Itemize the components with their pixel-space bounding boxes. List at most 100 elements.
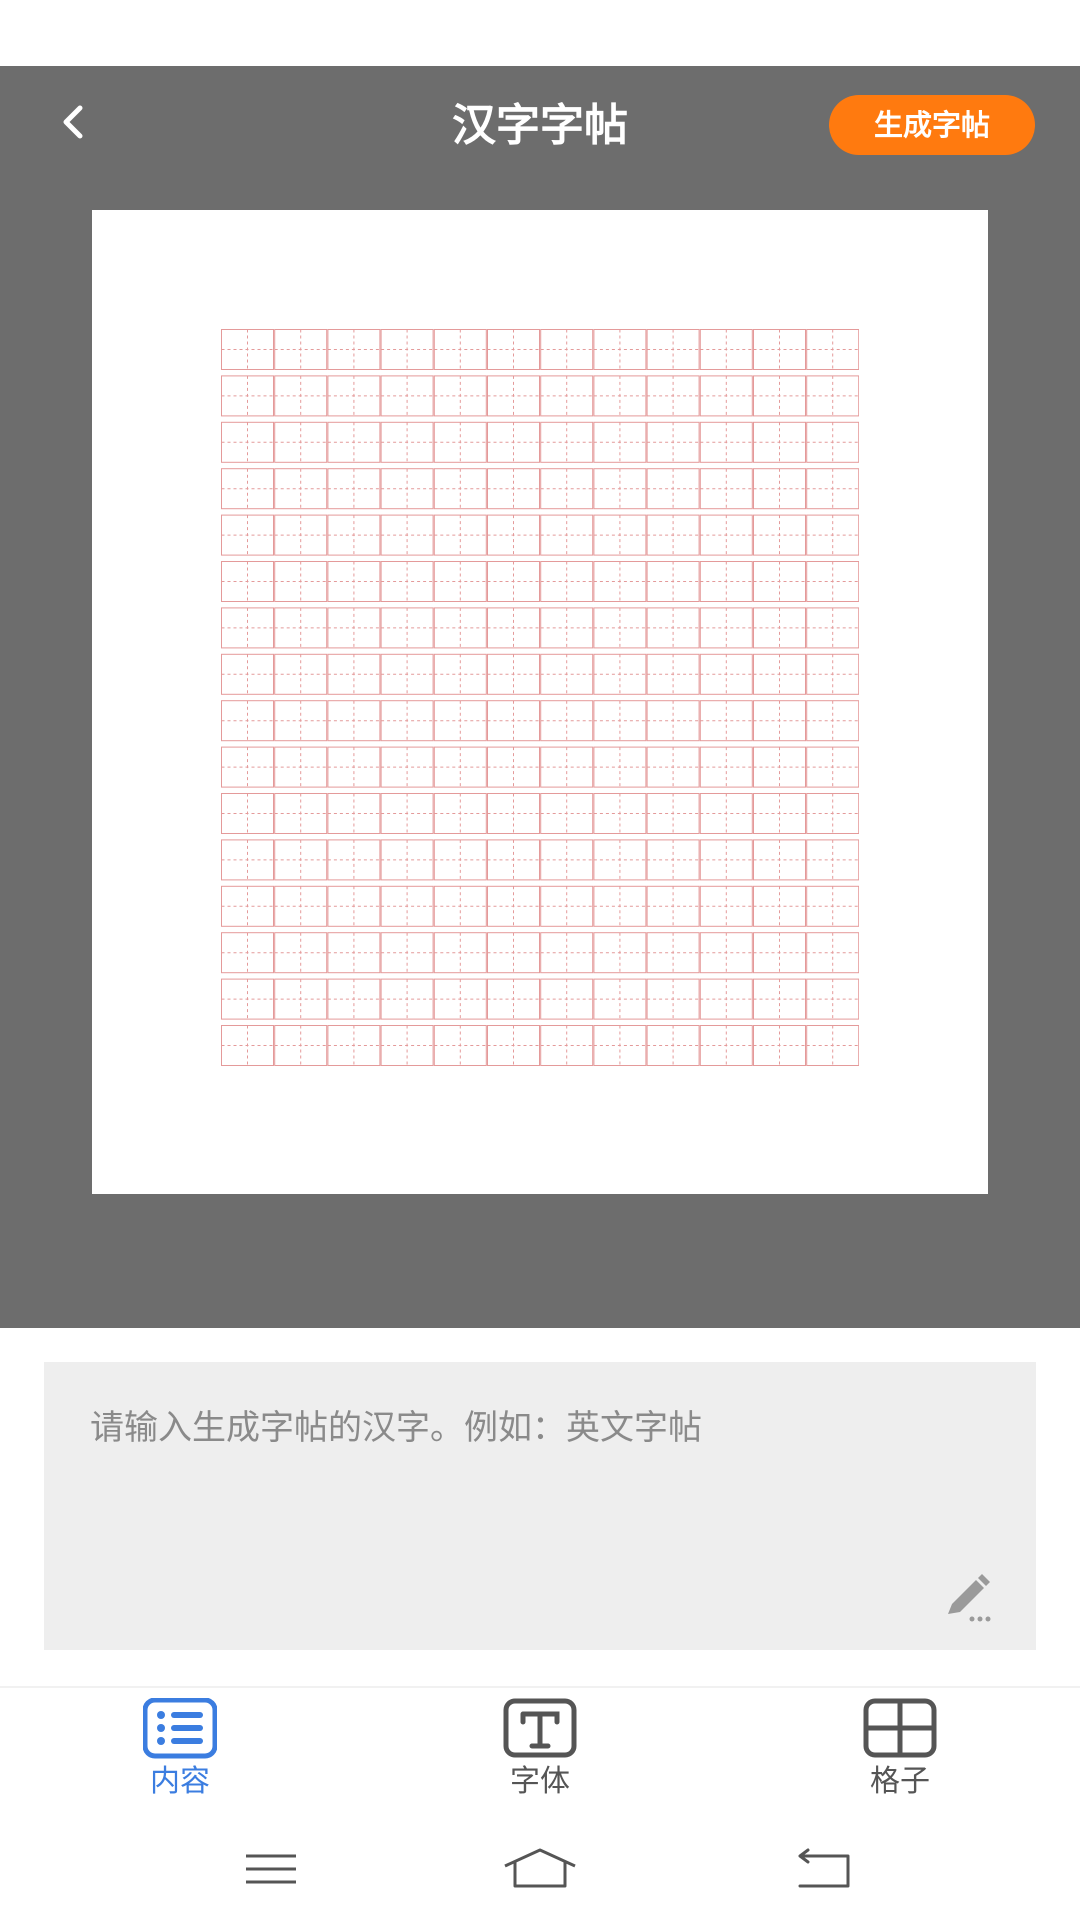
grid-cell	[327, 746, 381, 788]
tab-content[interactable]: 内容	[80, 1698, 280, 1810]
grid-cell	[380, 561, 434, 602]
grid-cell	[380, 839, 434, 881]
grid-cell	[806, 793, 859, 834]
grid-cell	[327, 421, 381, 463]
practice-grid	[221, 329, 859, 1066]
grid-cell	[221, 885, 274, 927]
grid-cell	[433, 329, 487, 370]
grid-cell	[380, 514, 434, 556]
grid-cell	[540, 375, 594, 417]
grid-cell	[806, 978, 859, 1020]
menu-icon[interactable]	[226, 1844, 316, 1894]
grid-cell	[487, 885, 540, 927]
grid-cell	[806, 375, 859, 417]
grid-cell	[221, 793, 274, 834]
grid-cell	[221, 746, 274, 788]
grid-cell	[487, 468, 540, 510]
grid-cell	[540, 885, 594, 927]
grid-cell	[221, 514, 274, 556]
grid-cell	[806, 468, 859, 510]
grid-cell	[646, 978, 700, 1020]
grid-cell	[433, 653, 487, 695]
grid-cell	[327, 700, 381, 742]
grid-cell	[380, 421, 434, 463]
grid-cell	[753, 793, 806, 834]
grid-cell	[593, 885, 647, 927]
grid-cell	[699, 514, 753, 556]
grid-cell	[699, 700, 753, 742]
grid-cell	[646, 561, 700, 602]
grid-cell	[327, 839, 381, 881]
grid-cell	[433, 700, 487, 742]
grid-cell	[380, 932, 434, 974]
grid-cell	[593, 514, 647, 556]
character-input[interactable]	[88, 1398, 992, 1582]
grid-cell	[274, 932, 328, 974]
grid-cell	[806, 839, 859, 881]
grid-cell	[274, 978, 328, 1020]
grid-cell	[487, 421, 540, 463]
grid-cell	[753, 885, 806, 927]
grid-cell	[593, 653, 647, 695]
grid-cell	[221, 329, 274, 370]
grid-cell	[753, 932, 806, 974]
input-panel	[44, 1362, 1036, 1650]
grid-cell	[487, 978, 540, 1020]
grid-cell	[699, 375, 753, 417]
grid-cell	[221, 978, 274, 1020]
grid-cell	[433, 607, 487, 649]
pen-icon[interactable]	[942, 1574, 998, 1624]
grid-cell	[699, 1025, 753, 1066]
grid-cell	[806, 421, 859, 463]
grid-cell	[540, 329, 594, 370]
grid-cell	[806, 932, 859, 974]
grid-cell	[806, 885, 859, 927]
grid-cell	[487, 932, 540, 974]
grid-cell	[646, 468, 700, 510]
grid-cell	[221, 421, 274, 463]
grid-cell	[806, 561, 859, 602]
grid-cell	[487, 607, 540, 649]
grid-cell	[593, 329, 647, 370]
grid-cell	[540, 793, 594, 834]
grid-cell	[380, 607, 434, 649]
grid-cell	[540, 421, 594, 463]
grid-cell	[699, 329, 753, 370]
grid-cell	[274, 653, 328, 695]
tab-grid[interactable]: 格子	[800, 1698, 1000, 1810]
grid-cell	[327, 793, 381, 834]
home-icon[interactable]	[495, 1844, 585, 1894]
grid-cell	[593, 793, 647, 834]
grid-cell	[221, 607, 274, 649]
grid-cell	[540, 514, 594, 556]
tab-font[interactable]: 字体	[440, 1698, 640, 1810]
grid-cell	[646, 375, 700, 417]
grid-cell	[593, 700, 647, 742]
grid-cell	[540, 839, 594, 881]
grid-cell	[753, 329, 806, 370]
grid-cell	[699, 746, 753, 788]
grid-cell	[699, 468, 753, 510]
grid-cell	[380, 329, 434, 370]
grid-cell	[274, 375, 328, 417]
grid-cell	[327, 607, 381, 649]
grid-cell	[699, 793, 753, 834]
grid-cell	[540, 1025, 594, 1066]
list-icon	[143, 1698, 217, 1759]
grid-cell	[487, 1025, 540, 1066]
grid-cell	[433, 932, 487, 974]
grid-cell	[699, 561, 753, 602]
grid-cell	[806, 329, 859, 370]
grid-cell	[540, 932, 594, 974]
grid-cell	[753, 468, 806, 510]
grid-cell	[433, 561, 487, 602]
grid-cell	[593, 1025, 647, 1066]
bottom-tab-bar: 内容 字体 格子	[0, 1688, 1080, 1816]
back-icon[interactable]	[778, 1844, 868, 1894]
generate-button[interactable]: 生成字帖	[829, 95, 1035, 155]
grid-cell	[327, 932, 381, 974]
grid-cell	[380, 746, 434, 788]
grid-cell	[540, 653, 594, 695]
grid-cell	[433, 885, 487, 927]
grid-cell	[327, 468, 381, 510]
